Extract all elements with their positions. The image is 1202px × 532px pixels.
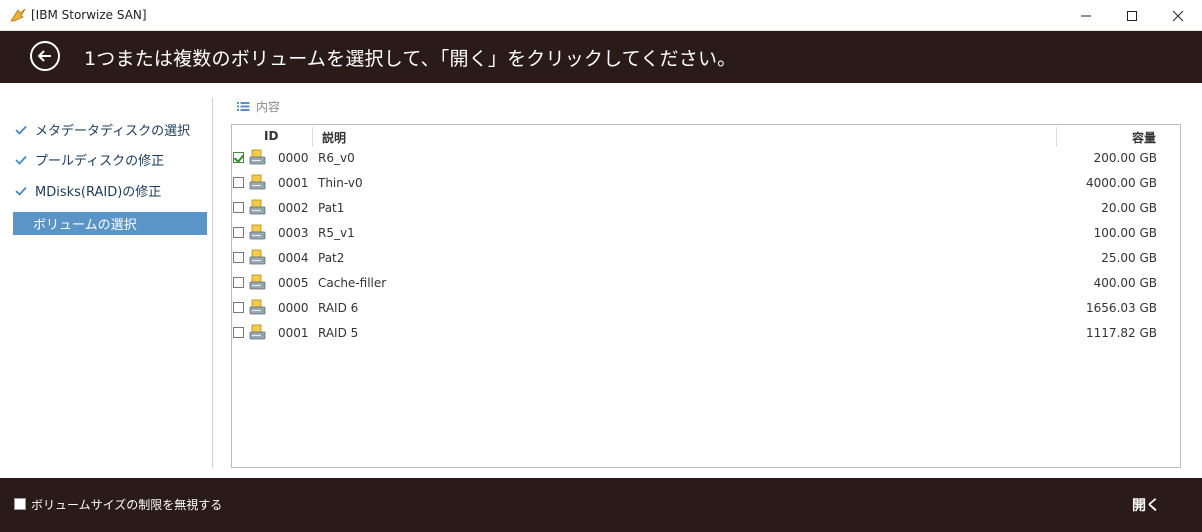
row-capacity: 100.00 GB bbox=[1093, 226, 1157, 240]
row-id: 0005 bbox=[278, 276, 309, 290]
table-row[interactable]: 0002 Pat1 20.00 GB bbox=[232, 197, 1180, 221]
row-description: Pat2 bbox=[318, 251, 345, 265]
table-row[interactable]: 0000 RAID 6 1656.03 GB bbox=[232, 297, 1180, 321]
column-header-description[interactable]: 説明 bbox=[322, 129, 346, 146]
table-row[interactable]: 0000 R6_v0 200.00 GB bbox=[232, 147, 1180, 171]
back-button[interactable] bbox=[30, 41, 60, 71]
ignore-size-limit-label[interactable]: ボリュームサイズの制限を無視する bbox=[31, 496, 222, 513]
volume-disk-icon bbox=[249, 299, 266, 315]
maximize-icon bbox=[1127, 10, 1137, 21]
wizard-steps-sidebar: メタデータディスクの選択 プールディスクの修正 MDisks(RAID)の修正 … bbox=[0, 83, 212, 478]
content-section-header: 内容 bbox=[237, 97, 280, 115]
column-separator[interactable] bbox=[312, 127, 313, 147]
maximize-button[interactable] bbox=[1109, 0, 1155, 31]
row-capacity: 200.00 GB bbox=[1093, 151, 1157, 165]
sidebar-step-label: ボリュームの選択 bbox=[33, 218, 137, 233]
column-header-id[interactable]: ID bbox=[264, 129, 278, 143]
row-description: Cache-filler bbox=[318, 276, 387, 290]
minimize-button[interactable] bbox=[1063, 0, 1109, 31]
row-id: 0002 bbox=[278, 201, 309, 215]
volume-disk-icon bbox=[249, 324, 266, 340]
row-capacity: 1117.82 GB bbox=[1086, 326, 1157, 340]
row-checkbox[interactable] bbox=[233, 302, 244, 313]
row-checkbox[interactable] bbox=[233, 277, 244, 288]
row-description: Thin-v0 bbox=[318, 176, 363, 190]
row-capacity: 1656.03 GB bbox=[1086, 301, 1157, 315]
list-icon bbox=[237, 101, 250, 112]
title-bar: [IBM Storwize SAN] bbox=[0, 0, 1202, 31]
open-button[interactable]: 開く bbox=[1132, 495, 1160, 515]
column-header-capacity[interactable]: 容量 bbox=[1132, 129, 1156, 146]
row-description: R6_v0 bbox=[318, 151, 355, 165]
app-logo-icon bbox=[10, 8, 26, 22]
sidebar-step-select-volume[interactable]: ボリュームの選択 bbox=[13, 212, 207, 235]
volume-table: ID 説明 容量 0000 R6_v0 200.00 GB 0001 Thin-v0 40… bbox=[231, 124, 1181, 468]
sidebar-step-label: MDisks(RAID)の修正 bbox=[35, 185, 162, 200]
sidebar-step-pool-disk[interactable]: プールディスクの修正 bbox=[13, 148, 207, 171]
row-id: 0004 bbox=[278, 251, 309, 265]
sidebar-step-label: メタデータディスクの選択 bbox=[35, 124, 191, 139]
volume-disk-icon bbox=[249, 224, 266, 240]
sidebar-step-metadata-disk[interactable]: メタデータディスクの選択 bbox=[13, 118, 207, 141]
minimize-icon bbox=[1081, 15, 1091, 16]
close-button[interactable] bbox=[1155, 0, 1201, 31]
row-checkbox[interactable] bbox=[233, 252, 244, 263]
volume-disk-icon bbox=[249, 174, 266, 190]
volume-disk-icon bbox=[249, 149, 266, 165]
sidebar-divider bbox=[212, 98, 213, 468]
row-checkbox[interactable] bbox=[233, 177, 244, 188]
row-capacity: 20.00 GB bbox=[1101, 201, 1157, 215]
row-capacity: 25.00 GB bbox=[1101, 251, 1157, 265]
check-icon bbox=[13, 125, 35, 135]
row-capacity: 4000.00 GB bbox=[1086, 176, 1157, 190]
wizard-footer: ボリュームサイズの制限を無視する 開く bbox=[0, 478, 1202, 532]
arrow-left-icon bbox=[37, 50, 51, 62]
window-title: [IBM Storwize SAN] bbox=[31, 8, 147, 22]
row-checkbox[interactable] bbox=[233, 227, 244, 238]
column-separator[interactable] bbox=[1056, 127, 1057, 147]
row-capacity: 400.00 GB bbox=[1093, 276, 1157, 290]
row-description: R5_v1 bbox=[318, 226, 355, 240]
check-icon bbox=[13, 155, 35, 165]
volume-disk-icon bbox=[249, 274, 266, 290]
volume-disk-icon bbox=[249, 199, 266, 215]
row-id: 0003 bbox=[278, 226, 309, 240]
check-icon bbox=[13, 186, 35, 196]
wizard-header: 1つまたは複数のボリュームを選択して、「開く」をクリックしてください。 bbox=[0, 31, 1202, 83]
table-row[interactable]: 0001 Thin-v0 4000.00 GB bbox=[232, 172, 1180, 196]
row-checkbox[interactable] bbox=[233, 327, 244, 338]
table-row[interactable]: 0005 Cache-filler 400.00 GB bbox=[232, 272, 1180, 296]
page-title: 1つまたは複数のボリュームを選択して、「開く」をクリックしてください。 bbox=[84, 48, 737, 70]
row-id: 0001 bbox=[278, 176, 309, 190]
row-id: 0000 bbox=[278, 151, 309, 165]
ignore-size-limit-checkbox[interactable] bbox=[14, 498, 26, 510]
sidebar-step-label: プールディスクの修正 bbox=[35, 154, 165, 169]
close-icon bbox=[1172, 10, 1184, 21]
row-description: RAID 5 bbox=[318, 326, 359, 340]
table-row[interactable]: 0003 R5_v1 100.00 GB bbox=[232, 222, 1180, 246]
row-id: 0001 bbox=[278, 326, 309, 340]
volume-disk-icon bbox=[249, 249, 266, 265]
content-section-label: 内容 bbox=[256, 99, 281, 114]
table-row[interactable]: 0001 RAID 5 1117.82 GB bbox=[232, 322, 1180, 346]
row-checkbox[interactable] bbox=[233, 152, 244, 163]
table-row[interactable]: 0004 Pat2 25.00 GB bbox=[232, 247, 1180, 271]
row-checkbox[interactable] bbox=[233, 202, 244, 213]
sidebar-step-mdisks-raid[interactable]: MDisks(RAID)の修正 bbox=[13, 179, 207, 202]
table-header: ID 説明 容量 bbox=[232, 125, 1180, 147]
row-description: Pat1 bbox=[318, 201, 345, 215]
row-id: 0000 bbox=[278, 301, 309, 315]
row-description: RAID 6 bbox=[318, 301, 359, 315]
